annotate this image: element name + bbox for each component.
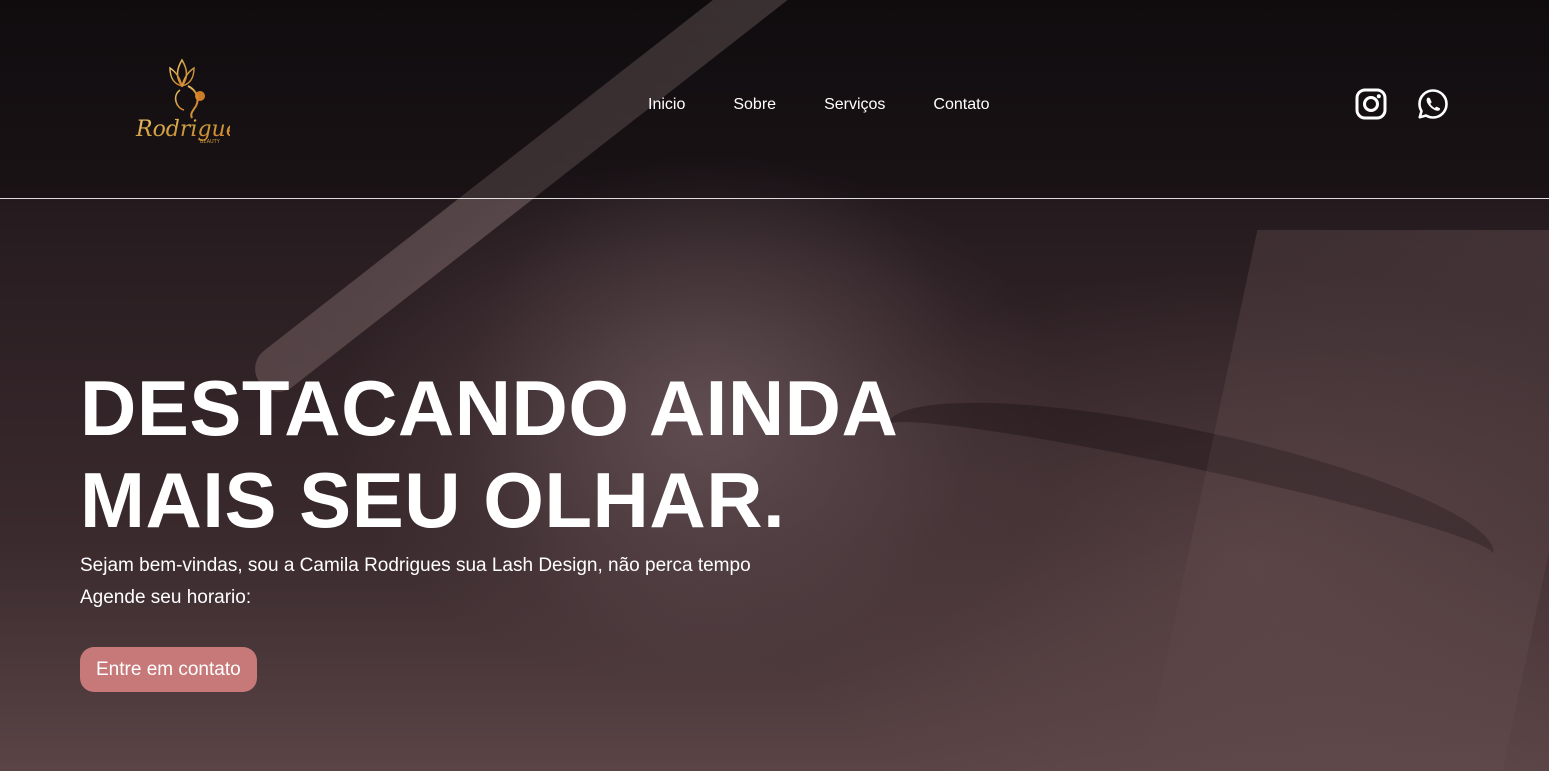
lotus-woman-icon: Rodrigues BEAUTY	[135, 58, 230, 145]
nav-item-inicio[interactable]: Inicio	[648, 96, 685, 114]
main-nav: Inicio Sobre Serviços Contato	[648, 96, 989, 114]
nav-item-servicos[interactable]: Serviços	[824, 96, 885, 114]
hero-title-line-2: MAIS SEU OLHAR.	[80, 456, 786, 544]
hero-title-line-1: DESTACANDO AINDA	[80, 364, 899, 452]
hero-section: DESTACANDO AINDA MAIS SEU OLHAR. Sejam b…	[80, 362, 980, 692]
contact-cta-button[interactable]: Entre em contato	[80, 647, 257, 692]
whatsapp-icon	[1418, 89, 1448, 119]
hero-subtitle: Sejam bem-vindas, sou a Camila Rodrigues…	[80, 550, 980, 614]
background-skin-shape	[1142, 230, 1549, 770]
social-links	[1355, 88, 1449, 120]
instagram-icon	[1355, 88, 1387, 120]
nav-item-sobre[interactable]: Sobre	[733, 96, 776, 114]
whatsapp-link[interactable]	[1417, 88, 1449, 120]
brand-logo[interactable]: Rodrigues BEAUTY	[134, 56, 230, 146]
hero-title: DESTACANDO AINDA MAIS SEU OLHAR.	[80, 362, 980, 546]
hero-subtitle-line-2: Agende seu horario:	[80, 587, 252, 608]
site-header: Rodrigues BEAUTY Inicio Sobre Serviços C…	[0, 0, 1549, 199]
hero-subtitle-line-1: Sejam bem-vindas, sou a Camila Rodrigues…	[80, 555, 751, 576]
logo-subtext: BEAUTY	[200, 139, 221, 145]
nav-item-contato[interactable]: Contato	[933, 96, 989, 114]
instagram-link[interactable]	[1355, 88, 1387, 120]
